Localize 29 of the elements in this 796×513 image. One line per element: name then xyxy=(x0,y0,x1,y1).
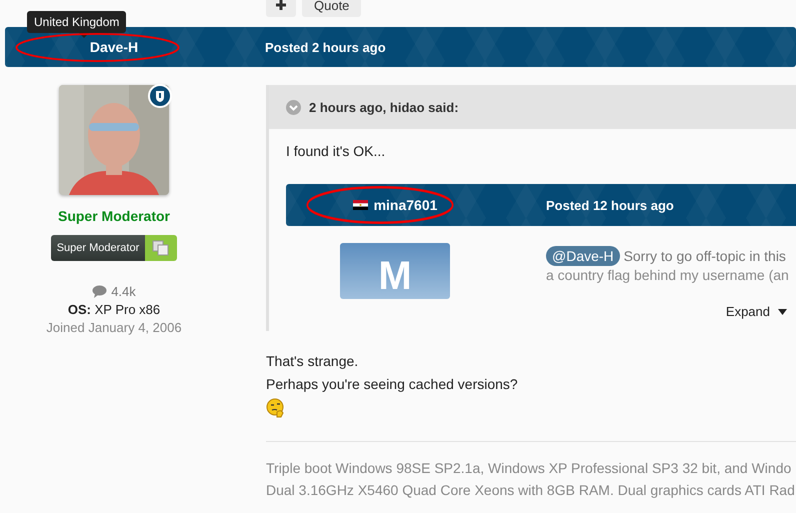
plus-icon xyxy=(275,0,287,11)
post-date: Posted 12 hours ago xyxy=(546,198,674,212)
quote-text: I found it's OK... xyxy=(286,143,386,159)
tooltip: United Kingdom xyxy=(27,11,126,33)
letter-avatar: M xyxy=(340,243,450,299)
quote-header: 2 hours ago, hidao said: xyxy=(309,100,459,114)
signature-text: Dual 3.16GHz X5460 Quad Core Xeons with 8GB RAM. Dual graphics cards ATI Rad xyxy=(266,481,796,500)
shield-badge-icon xyxy=(148,84,172,108)
add-button[interactable] xyxy=(266,0,296,17)
post-date: Posted 2 hours ago xyxy=(265,40,386,54)
caret-icon xyxy=(778,308,787,314)
author-name[interactable]: Dave-H xyxy=(90,39,138,55)
tooltip-arrow xyxy=(79,33,89,38)
join-date: Joined January 4, 2006 xyxy=(46,320,182,335)
os-info: OS: XP Pro x86 xyxy=(68,302,160,317)
member-role: Super Moderator xyxy=(58,208,170,224)
post-text: Sorry to go off-topic in this xyxy=(624,248,786,264)
comment-icon xyxy=(92,285,108,298)
flag-icon xyxy=(352,200,368,210)
post-text: Perhaps you're seeing cached versions? xyxy=(266,375,519,394)
mention-link[interactable]: @Dave-H xyxy=(546,246,620,266)
author-name[interactable]: mina7601 xyxy=(374,197,438,213)
expand-link[interactable]: Expand xyxy=(726,304,787,319)
signature-text: Triple boot Windows 98SE SP2.1a, Windows XP Professional SP3 32 bit, and Windo xyxy=(266,459,792,478)
post-count: 4.4k xyxy=(111,284,136,299)
post-text: a country flag behind my username (an xyxy=(546,267,790,283)
post-text: That's strange. xyxy=(266,352,360,371)
quote-button[interactable]: Quote xyxy=(302,0,362,17)
thinking-emoji-icon xyxy=(266,398,286,418)
